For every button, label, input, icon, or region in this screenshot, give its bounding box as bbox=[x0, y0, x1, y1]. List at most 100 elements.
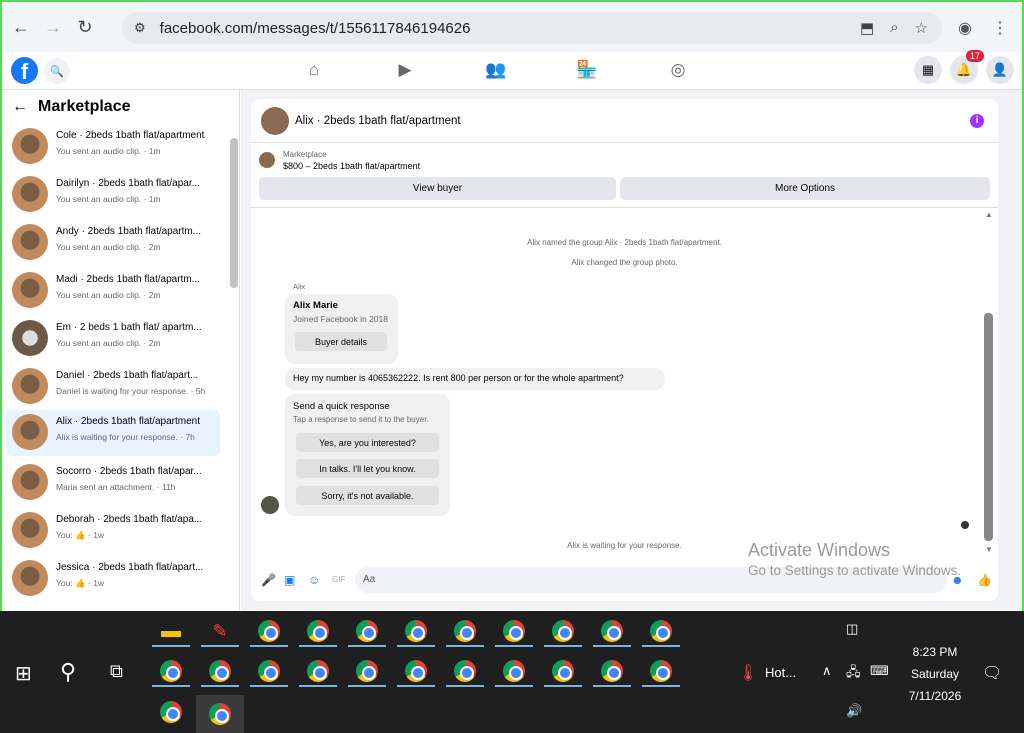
notifications-center-icon[interactable]: 🗨 bbox=[982, 663, 1002, 683]
network-icon[interactable]: 🖧 bbox=[846, 663, 861, 685]
chrome-icon[interactable] bbox=[495, 657, 533, 687]
chrome-icon[interactable] bbox=[495, 617, 533, 647]
reload-icon[interactable]: ↻ bbox=[72, 14, 98, 40]
clock[interactable]: 8:23 PM Saturday 7/11/2026 bbox=[880, 641, 990, 707]
chrome-icon[interactable] bbox=[593, 617, 631, 647]
chrome-icon[interactable] bbox=[152, 697, 190, 727]
task-view-icon[interactable]: ⧉ bbox=[110, 661, 123, 682]
chat-title[interactable]: Alix · 2beds 1bath flat/apartment bbox=[295, 115, 461, 127]
buyer-card: Alix Marie Joined Facebook in 2018 Buyer… bbox=[285, 294, 398, 364]
url-text[interactable]: facebook.com/messages/t/1556117846194626 bbox=[160, 20, 471, 37]
photo-icon[interactable]: ▣ bbox=[284, 573, 295, 587]
conversation-item[interactable]: Jessica · 2beds 1bath flat/apart... You: … bbox=[6, 556, 220, 602]
view-buyer-button[interactable]: View buyer bbox=[259, 177, 616, 200]
chrome-icon[interactable] bbox=[299, 657, 337, 687]
conversation-item[interactable]: Deborah · 2beds 1bath flat/apa... You: 👍 … bbox=[6, 508, 220, 554]
watermark-title: Activate Windows bbox=[748, 540, 891, 560]
marketplace-icon[interactable]: 🏪 bbox=[575, 60, 599, 80]
chat-panel: Alix · 2beds 1bath flat/apartment i Mark… bbox=[251, 99, 998, 601]
gif-icon[interactable]: GIF bbox=[332, 575, 345, 584]
chrome-icon[interactable] bbox=[250, 617, 288, 647]
home-icon[interactable]: ⌂ bbox=[302, 60, 326, 80]
conversation-item[interactable]: Socorro · 2beds 1bath flat/apar... Maria … bbox=[6, 460, 220, 506]
video-icon[interactable]: ▶ bbox=[393, 60, 417, 80]
chrome-icon[interactable] bbox=[642, 657, 680, 687]
avatar bbox=[12, 176, 48, 212]
weather-icon[interactable]: 🌡 bbox=[738, 663, 758, 683]
microphone-icon[interactable]: 🎤 bbox=[261, 573, 276, 587]
chrome-icon[interactable] bbox=[299, 617, 337, 647]
file-explorer-icon[interactable]: ▬ bbox=[152, 617, 190, 647]
chrome-icon[interactable] bbox=[348, 657, 386, 687]
chrome-icon[interactable] bbox=[642, 617, 680, 647]
chrome-icon[interactable] bbox=[544, 657, 582, 687]
notifications-icon[interactable]: 🔔 17 bbox=[950, 50, 984, 84]
quick-reply-yes-button[interactable]: Yes, are you interested? bbox=[296, 433, 439, 452]
chrome-icon[interactable] bbox=[397, 657, 435, 687]
avatar bbox=[12, 414, 48, 450]
more-options-button[interactable]: More Options bbox=[620, 177, 990, 200]
chrome-icon[interactable] bbox=[593, 657, 631, 687]
chat-avatar[interactable] bbox=[261, 106, 289, 135]
info-icon[interactable]: i bbox=[970, 114, 984, 128]
bookmark-star-icon[interactable]: ☆ bbox=[915, 19, 928, 37]
activation-watermark: Activate Windows Go to Settings to activ… bbox=[748, 540, 961, 578]
chrome-icon[interactable] bbox=[348, 617, 386, 647]
gaming-icon[interactable]: ◎ bbox=[666, 60, 690, 80]
conversation-title: Socorro · 2beds 1bath flat/apar... bbox=[56, 466, 202, 477]
conversation-preview: You sent an audio clip. · 2m bbox=[56, 242, 161, 252]
paint-app-icon[interactable]: ✎ bbox=[201, 617, 239, 647]
meet-now-icon[interactable]: ◫ bbox=[846, 621, 858, 637]
conversation-item[interactable]: Daniel · 2beds 1bath flat/apart... Daniel… bbox=[6, 364, 220, 410]
thread-scrollbar[interactable] bbox=[984, 313, 993, 541]
menu-kebab-icon[interactable]: ⋮ bbox=[992, 18, 1008, 38]
conversation-item[interactable]: Cole · 2beds 1bath flat/apartment You sen… bbox=[6, 124, 220, 170]
forward-icon[interactable]: → bbox=[40, 14, 66, 40]
account-avatar[interactable]: 👤 bbox=[986, 56, 1014, 84]
chrome-icon[interactable] bbox=[152, 657, 190, 687]
chrome-icon[interactable] bbox=[397, 617, 435, 647]
sticker-icon[interactable]: ☺ bbox=[308, 573, 320, 587]
address-bar[interactable]: ⚙ facebook.com/messages/t/15561178461946… bbox=[122, 12, 942, 44]
conversation-item[interactable]: Dairilyn · 2beds 1bath flat/apar... You s… bbox=[6, 172, 220, 218]
chrome-icon[interactable] bbox=[446, 657, 484, 687]
weather-text[interactable]: Hot... bbox=[765, 665, 796, 680]
facebook-logo-icon[interactable]: f bbox=[11, 57, 38, 84]
conversation-item[interactable]: Madi · 2beds 1bath flat/apartm... You sen… bbox=[6, 268, 220, 314]
marketplace-label: Marketplace bbox=[283, 150, 327, 159]
buyer-details-button[interactable]: Buyer details bbox=[295, 332, 387, 351]
profile-icon[interactable]: ◉ bbox=[958, 18, 972, 38]
chrome-icon-active[interactable] bbox=[196, 695, 244, 733]
volume-icon[interactable]: 🔊 bbox=[846, 703, 862, 719]
search-icon[interactable]: ⚲ bbox=[60, 659, 76, 685]
system-message: Alix named the group Alix · 2beds 1bath … bbox=[527, 238, 722, 247]
listing-price: $800 – 2beds 1bath flat/apartment bbox=[283, 161, 421, 171]
install-icon[interactable]: ⬒ bbox=[860, 19, 874, 37]
back-icon[interactable]: ← bbox=[8, 14, 34, 40]
tray-chevron-icon[interactable]: ∧ bbox=[822, 663, 832, 679]
quick-reply-sorry-button[interactable]: Sorry, it's not available. bbox=[296, 486, 439, 505]
conversation-preview: You: 👍 · 1w bbox=[56, 578, 105, 588]
site-info-icon[interactable]: ⚙ bbox=[134, 20, 146, 36]
conversation-title: Em · 2 beds 1 bath flat/ apartm... bbox=[56, 322, 202, 333]
friends-icon[interactable]: 👥 bbox=[484, 60, 508, 80]
back-arrow-icon[interactable]: ← bbox=[12, 98, 28, 116]
chrome-icon[interactable] bbox=[250, 657, 288, 687]
list-scrollbar[interactable] bbox=[230, 138, 238, 288]
quick-response-subtitle: Tap a response to send it to the buyer. bbox=[293, 415, 429, 424]
chrome-icon[interactable] bbox=[201, 657, 239, 687]
conversation-item[interactable]: Andy · 2beds 1bath flat/apartm... You sen… bbox=[6, 220, 220, 266]
chrome-icon[interactable] bbox=[446, 617, 484, 647]
conversation-item[interactable]: Em · 2 beds 1 bath flat/ apartm... You se… bbox=[6, 316, 220, 362]
menu-grid-icon[interactable]: ▦ bbox=[914, 56, 942, 84]
windows-start-icon[interactable]: ⊞ bbox=[15, 661, 32, 686]
scroll-down-icon[interactable]: ▼ bbox=[985, 545, 993, 554]
conversation-title: Madi · 2beds 1bath flat/apartm... bbox=[56, 274, 200, 285]
search-icon[interactable]: 🔍 bbox=[44, 58, 70, 84]
scroll-up-icon[interactable]: ▲ bbox=[985, 210, 993, 219]
conversation-item-active[interactable]: Alix · 2beds 1bath flat/apartment Alix is… bbox=[6, 410, 220, 456]
zoom-icon[interactable]: ⌕ bbox=[890, 19, 898, 37]
chrome-icon[interactable] bbox=[544, 617, 582, 647]
quick-reply-talks-button[interactable]: In talks. I'll let you know. bbox=[296, 459, 439, 478]
like-icon[interactable]: 👍 bbox=[977, 573, 992, 587]
